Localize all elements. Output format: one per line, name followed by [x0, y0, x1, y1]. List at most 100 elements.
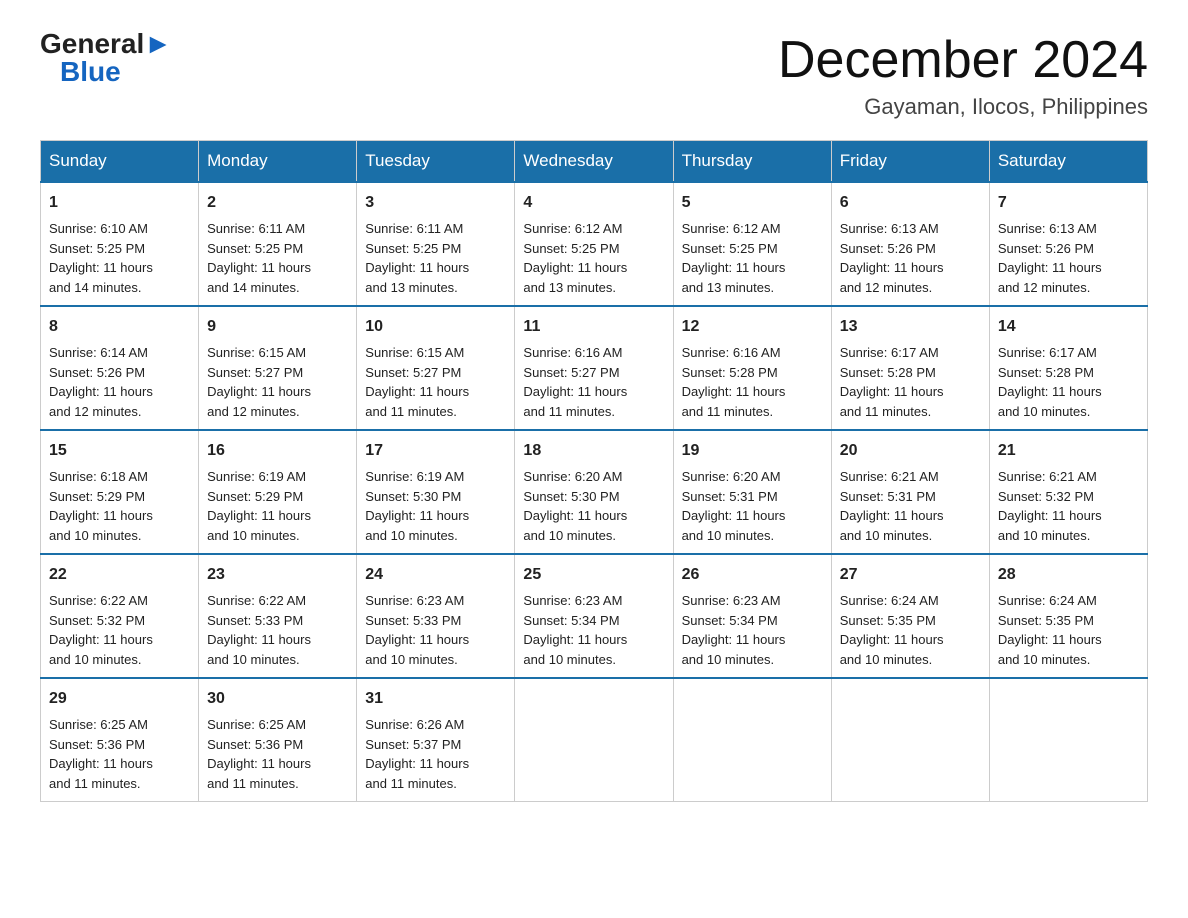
day-info: Sunrise: 6:24 AM Sunset: 5:35 PM Dayligh… — [998, 593, 1102, 667]
calendar-header-row: SundayMondayTuesdayWednesdayThursdayFrid… — [41, 141, 1148, 183]
day-info: Sunrise: 6:16 AM Sunset: 5:27 PM Dayligh… — [523, 345, 627, 419]
day-info: Sunrise: 6:13 AM Sunset: 5:26 PM Dayligh… — [998, 221, 1102, 295]
header-thursday: Thursday — [673, 141, 831, 183]
calendar-cell: 8Sunrise: 6:14 AM Sunset: 5:26 PM Daylig… — [41, 306, 199, 430]
day-number: 17 — [365, 439, 506, 463]
week-row-2: 8Sunrise: 6:14 AM Sunset: 5:26 PM Daylig… — [41, 306, 1148, 430]
week-row-3: 15 Sunrise: 6:18 AM Sunset: 5:29 PM Dayli… — [41, 430, 1148, 554]
logo-blue-text: Blue — [60, 58, 121, 86]
calendar-cell: 18 Sunrise: 6:20 AM Sunset: 5:30 PM Dayli… — [515, 430, 673, 554]
day-info: Sunrise: 6:25 AM Sunset: 5:36 PM Dayligh… — [207, 717, 311, 791]
day-number: 15 — [49, 439, 190, 463]
day-info: Sunrise: 6:20 AM Sunset: 5:31 PM Dayligh… — [682, 469, 786, 543]
day-number: 27 — [840, 563, 981, 587]
day-number: 14 — [998, 315, 1139, 339]
day-info: Sunrise: 6:15 AM Sunset: 5:27 PM Dayligh… — [207, 345, 311, 419]
calendar-cell: 25 Sunrise: 6:23 AM Sunset: 5:34 PM Dayli… — [515, 554, 673, 678]
day-info: Sunrise: 6:11 AM Sunset: 5:25 PM Dayligh… — [365, 221, 469, 295]
day-info: Sunrise: 6:18 AM Sunset: 5:29 PM Dayligh… — [49, 469, 153, 543]
day-info: Sunrise: 6:26 AM Sunset: 5:37 PM Dayligh… — [365, 717, 469, 791]
calendar-cell: 14 Sunrise: 6:17 AM Sunset: 5:28 PM Dayli… — [989, 306, 1147, 430]
calendar-cell: 2 Sunrise: 6:11 AM Sunset: 5:25 PM Daylig… — [199, 182, 357, 306]
day-info: Sunrise: 6:23 AM Sunset: 5:33 PM Dayligh… — [365, 593, 469, 667]
day-info: Sunrise: 6:25 AM Sunset: 5:36 PM Dayligh… — [49, 717, 153, 791]
day-info: Sunrise: 6:11 AM Sunset: 5:25 PM Dayligh… — [207, 221, 311, 295]
week-row-5: 29 Sunrise: 6:25 AM Sunset: 5:36 PM Dayli… — [41, 678, 1148, 802]
calendar-cell: 26Sunrise: 6:23 AM Sunset: 5:34 PM Dayli… — [673, 554, 831, 678]
header-saturday: Saturday — [989, 141, 1147, 183]
calendar-cell: 21Sunrise: 6:21 AM Sunset: 5:32 PM Dayli… — [989, 430, 1147, 554]
day-number: 25 — [523, 563, 664, 587]
day-info: Sunrise: 6:15 AM Sunset: 5:27 PM Dayligh… — [365, 345, 469, 419]
calendar-cell: 17 Sunrise: 6:19 AM Sunset: 5:30 PM Dayli… — [357, 430, 515, 554]
calendar-subtitle: Gayaman, Ilocos, Philippines — [778, 94, 1148, 120]
day-number: 10 — [365, 315, 506, 339]
day-info: Sunrise: 6:20 AM Sunset: 5:30 PM Dayligh… — [523, 469, 627, 543]
day-number: 7 — [998, 191, 1139, 215]
day-number: 29 — [49, 687, 190, 711]
calendar-cell: 11 Sunrise: 6:16 AM Sunset: 5:27 PM Dayli… — [515, 306, 673, 430]
header-tuesday: Tuesday — [357, 141, 515, 183]
day-number: 1 — [49, 191, 190, 215]
page-header: General► Blue December 2024 Gayaman, Ilo… — [40, 30, 1148, 120]
day-number: 18 — [523, 439, 664, 463]
calendar-cell: 10 Sunrise: 6:15 AM Sunset: 5:27 PM Dayli… — [357, 306, 515, 430]
header-sunday: Sunday — [41, 141, 199, 183]
calendar-cell: 16 Sunrise: 6:19 AM Sunset: 5:29 PM Dayli… — [199, 430, 357, 554]
day-number: 30 — [207, 687, 348, 711]
day-number: 13 — [840, 315, 981, 339]
day-number: 28 — [998, 563, 1139, 587]
day-info: Sunrise: 6:10 AM Sunset: 5:25 PM Dayligh… — [49, 221, 153, 295]
day-info: Sunrise: 6:21 AM Sunset: 5:31 PM Dayligh… — [840, 469, 944, 543]
day-number: 5 — [682, 191, 823, 215]
calendar-cell — [673, 678, 831, 802]
day-number: 16 — [207, 439, 348, 463]
calendar-cell: 30 Sunrise: 6:25 AM Sunset: 5:36 PM Dayli… — [199, 678, 357, 802]
day-number: 3 — [365, 191, 506, 215]
day-number: 4 — [523, 191, 664, 215]
header-wednesday: Wednesday — [515, 141, 673, 183]
day-number: 11 — [523, 315, 664, 339]
logo-general-text: General► — [40, 30, 172, 58]
day-info: Sunrise: 6:19 AM Sunset: 5:29 PM Dayligh… — [207, 469, 311, 543]
calendar-cell: 4 Sunrise: 6:12 AM Sunset: 5:25 PM Daylig… — [515, 182, 673, 306]
day-info: Sunrise: 6:17 AM Sunset: 5:28 PM Dayligh… — [840, 345, 944, 419]
header-friday: Friday — [831, 141, 989, 183]
day-number: 31 — [365, 687, 506, 711]
calendar-title: December 2024 — [778, 30, 1148, 90]
week-row-4: 22Sunrise: 6:22 AM Sunset: 5:32 PM Dayli… — [41, 554, 1148, 678]
calendar-cell: 28 Sunrise: 6:24 AM Sunset: 5:35 PM Dayli… — [989, 554, 1147, 678]
day-info: Sunrise: 6:12 AM Sunset: 5:25 PM Dayligh… — [523, 221, 627, 295]
day-number: 20 — [840, 439, 981, 463]
day-info: Sunrise: 6:13 AM Sunset: 5:26 PM Dayligh… — [840, 221, 944, 295]
calendar-cell — [989, 678, 1147, 802]
calendar-table: SundayMondayTuesdayWednesdayThursdayFrid… — [40, 140, 1148, 802]
day-info: Sunrise: 6:19 AM Sunset: 5:30 PM Dayligh… — [365, 469, 469, 543]
day-number: 6 — [840, 191, 981, 215]
calendar-cell: 12Sunrise: 6:16 AM Sunset: 5:28 PM Dayli… — [673, 306, 831, 430]
day-info: Sunrise: 6:21 AM Sunset: 5:32 PM Dayligh… — [998, 469, 1102, 543]
day-info: Sunrise: 6:24 AM Sunset: 5:35 PM Dayligh… — [840, 593, 944, 667]
day-info: Sunrise: 6:17 AM Sunset: 5:28 PM Dayligh… — [998, 345, 1102, 419]
day-number: 2 — [207, 191, 348, 215]
calendar-cell: 31 Sunrise: 6:26 AM Sunset: 5:37 PM Dayli… — [357, 678, 515, 802]
day-info: Sunrise: 6:23 AM Sunset: 5:34 PM Dayligh… — [523, 593, 627, 667]
header-monday: Monday — [199, 141, 357, 183]
calendar-cell: 22Sunrise: 6:22 AM Sunset: 5:32 PM Dayli… — [41, 554, 199, 678]
day-number: 9 — [207, 315, 348, 339]
day-info: Sunrise: 6:23 AM Sunset: 5:34 PM Dayligh… — [682, 593, 786, 667]
calendar-cell: 19Sunrise: 6:20 AM Sunset: 5:31 PM Dayli… — [673, 430, 831, 554]
day-number: 12 — [682, 315, 823, 339]
day-number: 22 — [49, 563, 190, 587]
calendar-cell: 23 Sunrise: 6:22 AM Sunset: 5:33 PM Dayli… — [199, 554, 357, 678]
logo: General► Blue — [40, 30, 172, 86]
calendar-cell: 13 Sunrise: 6:17 AM Sunset: 5:28 PM Dayli… — [831, 306, 989, 430]
day-info: Sunrise: 6:22 AM Sunset: 5:33 PM Dayligh… — [207, 593, 311, 667]
logo-triangle-icon: ► — [144, 28, 172, 59]
title-block: December 2024 Gayaman, Ilocos, Philippin… — [778, 30, 1148, 120]
day-number: 23 — [207, 563, 348, 587]
calendar-cell: 29 Sunrise: 6:25 AM Sunset: 5:36 PM Dayli… — [41, 678, 199, 802]
day-info: Sunrise: 6:12 AM Sunset: 5:25 PM Dayligh… — [682, 221, 786, 295]
day-number: 24 — [365, 563, 506, 587]
calendar-cell: 9 Sunrise: 6:15 AM Sunset: 5:27 PM Daylig… — [199, 306, 357, 430]
